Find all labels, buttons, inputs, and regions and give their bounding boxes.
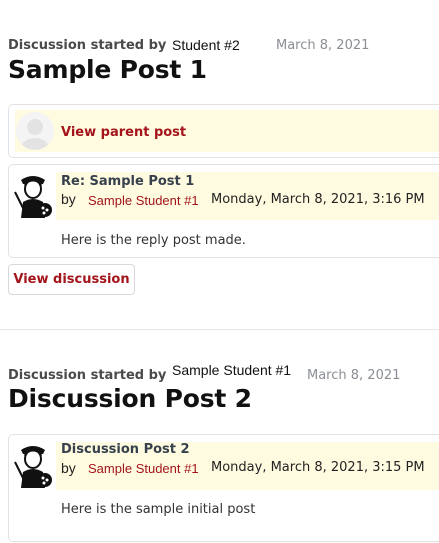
post-message: Here is the sample initial post [61, 502, 256, 517]
discussion-author[interactable]: Student #2 [172, 37, 240, 53]
default-user-avatar-icon [16, 112, 54, 150]
reply-title[interactable]: Re: Sample Post 1 [61, 174, 194, 189]
discussion-date: March 8, 2021 [276, 38, 370, 53]
reply-message: Here is the reply post made. [61, 233, 246, 248]
parent-post-card: View parent post [8, 104, 439, 158]
post-by-label: by [61, 460, 76, 476]
discussion-started-label: Discussion started by [8, 38, 167, 53]
post-author-link[interactable]: Sample Student #1 [88, 461, 199, 476]
student-artist-avatar-icon [11, 172, 55, 220]
discussion-started-label: Discussion started by [8, 368, 167, 383]
discussion-date: March 8, 2021 [307, 368, 401, 383]
student-artist-avatar-icon [11, 442, 55, 490]
post-divider [0, 329, 439, 330]
discussion-title: Sample Post 1 [8, 55, 207, 84]
discussion-title: Discussion Post 2 [8, 384, 252, 413]
reply-author-link[interactable]: Sample Student #1 [88, 193, 199, 208]
reply-post-card: Re: Sample Post 1 by Sample Student #1 M… [8, 164, 439, 258]
view-parent-post-link[interactable]: View parent post [61, 125, 186, 140]
view-discussion-button[interactable]: View discussion [8, 264, 135, 295]
initial-post-card: Discussion Post 2 by Sample Student #1 M… [8, 434, 439, 542]
post-title[interactable]: Discussion Post 2 [61, 442, 190, 457]
post-timestamp: Monday, March 8, 2021, 3:15 PM [211, 460, 425, 475]
reply-by-label: by [61, 191, 76, 207]
discussion-author[interactable]: Sample Student #1 [172, 362, 291, 378]
reply-timestamp: Monday, March 8, 2021, 3:16 PM [211, 192, 425, 207]
